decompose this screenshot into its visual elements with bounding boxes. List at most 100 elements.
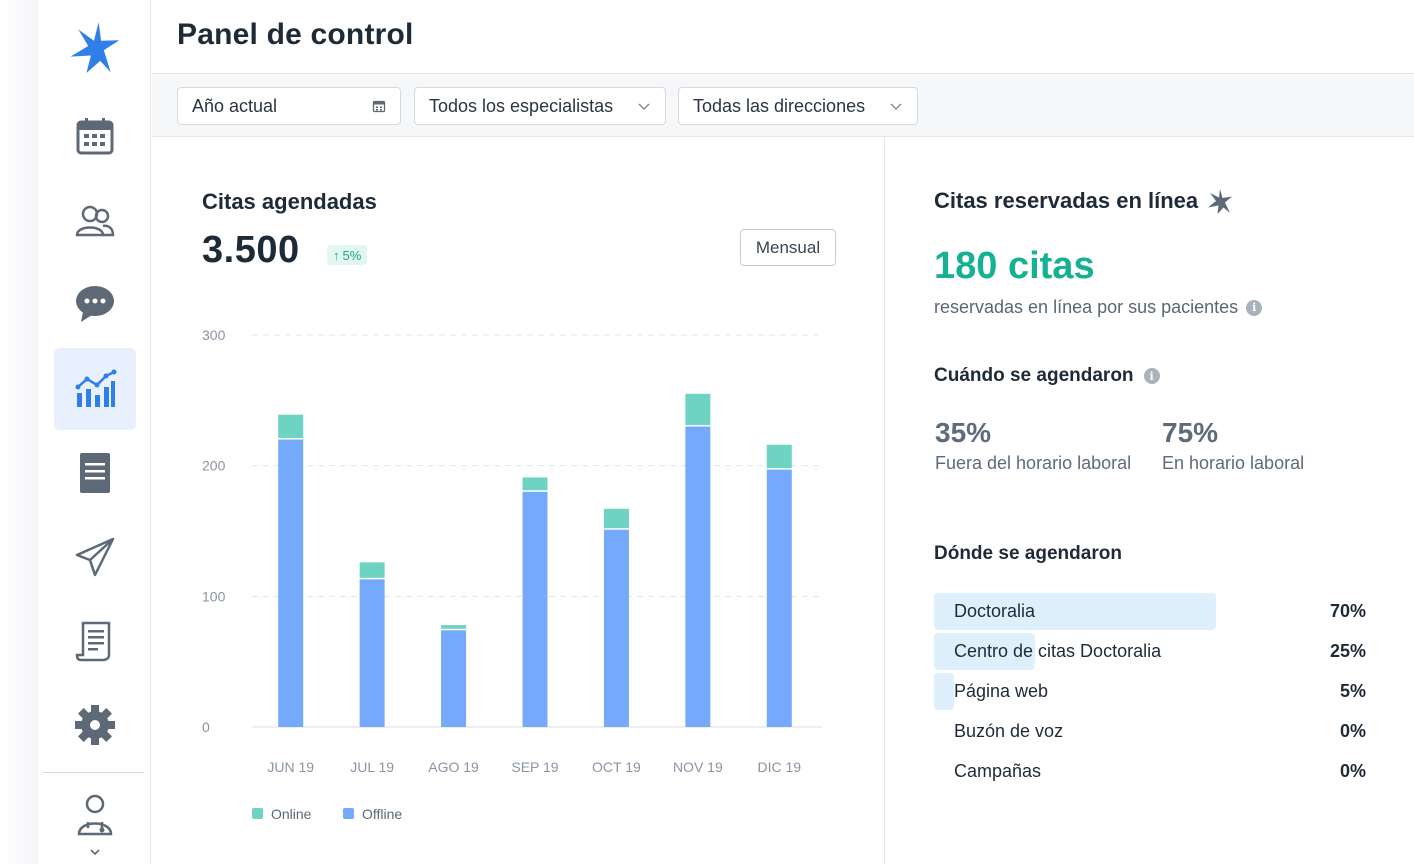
doctor-avatar-icon	[77, 794, 113, 836]
when-title: Cuándo se agendaron i	[934, 365, 1160, 387]
where-title-text: Dónde se agendaron	[934, 543, 1122, 564]
y-tick-label: 200	[202, 458, 226, 474]
bar-online	[522, 477, 548, 491]
address-filter[interactable]: Todas las direcciones	[678, 87, 918, 125]
source-label: Buzón de voz	[954, 721, 1064, 741]
profile-menu[interactable]	[54, 782, 136, 846]
bar-offline	[685, 426, 711, 727]
source-row: Doctoralia 70%	[934, 593, 1366, 631]
growth-badge: ↑ 5%	[327, 245, 368, 265]
stat-working-hours: 75% En horario laboral	[1162, 417, 1304, 474]
appointments-card: Citas agendadas 3.500 ↑ 5% Mensual 0 100 2…	[152, 137, 885, 864]
source-label: Página web	[954, 681, 1049, 701]
online-title: Citas reservadas en línea	[934, 187, 1234, 215]
appointments-title: Citas agendadas	[202, 189, 377, 214]
where-title: Dónde se agendaron	[934, 543, 1122, 565]
chevron-down-icon[interactable]	[88, 846, 102, 858]
sidebar-item-invoices[interactable]	[54, 600, 136, 682]
online-count: 180 citas	[934, 245, 1095, 287]
legend-swatch	[252, 808, 263, 819]
online-subtitle-text: reservadas en línea por sus pacientes	[934, 297, 1239, 317]
info-icon[interactable]: i	[1143, 368, 1160, 384]
x-tick-label: JUL 19	[350, 759, 394, 775]
filter-bar: Año actual Todos los especialistas Todas…	[152, 74, 1414, 137]
source-bar	[934, 673, 955, 710]
sidebar-shadow	[0, 0, 38, 864]
bar-offline	[522, 491, 548, 727]
stat-pct: 75%	[1162, 417, 1219, 448]
sidebar-item-patients[interactable]	[54, 180, 136, 262]
appointments-bar-chart: 0 100 200 300 JUN 19 JUL 19 AGO 19 SEP 19 OCT 19…	[202, 327, 822, 822]
year-filter[interactable]: Año actual	[177, 87, 401, 125]
info-icon[interactable]: i	[1246, 299, 1263, 316]
x-tick-label: JUN 19	[267, 759, 314, 775]
doctoralia-logo-icon[interactable]	[68, 20, 122, 76]
stat-label: En horario laboral	[1162, 453, 1305, 473]
bar-offline	[441, 630, 467, 727]
document-icon	[80, 453, 110, 493]
chevron-down-icon	[638, 103, 650, 110]
stat-outside-hours: 35% Fuera del horario laboral	[935, 417, 1131, 474]
bar-online	[603, 508, 629, 529]
legend-swatch	[343, 808, 354, 819]
bar-online	[685, 393, 711, 425]
sidebar-divider	[43, 772, 144, 773]
sidebar-item-campaigns[interactable]	[54, 516, 136, 598]
bar-offline	[766, 469, 792, 727]
page-header: Panel de control	[152, 0, 1414, 74]
sidebar-item-statistics[interactable]	[54, 348, 136, 430]
appointments-total: 3.500	[202, 229, 300, 271]
page-title: Panel de control	[177, 18, 414, 51]
growth-value: 5%	[342, 247, 362, 263]
x-tick-label: AGO 19	[428, 759, 479, 775]
gear-icon	[75, 705, 115, 745]
users-icon	[75, 205, 115, 237]
bar-online	[766, 444, 792, 469]
bar-offline	[359, 579, 385, 727]
when-title-text: Cuándo se agendaron	[934, 365, 1134, 386]
source-row: Campañas 0%	[934, 753, 1366, 791]
sidebar-item-settings[interactable]	[54, 684, 136, 766]
doctoralia-logo-icon	[1208, 189, 1233, 214]
source-label: Centro de citas Doctoralia	[954, 641, 1162, 661]
chevron-down-icon	[890, 103, 902, 110]
stat-pct: 35%	[935, 417, 992, 448]
calendar-icon	[372, 100, 386, 113]
y-tick-label: 300	[202, 327, 226, 343]
paper-plane-icon	[75, 537, 115, 577]
arrow-up-icon: ↑	[333, 247, 340, 263]
source-row: Página web 5%	[934, 673, 1366, 711]
specialist-filter-label: Todos los especialistas	[429, 95, 614, 116]
source-row: Buzón de voz 0%	[934, 713, 1366, 751]
legend-label: Online	[271, 806, 312, 822]
source-pct: 5%	[1339, 681, 1366, 701]
online-subtitle: reservadas en línea por sus pacientes i	[934, 297, 1263, 318]
specialist-filter[interactable]: Todos los especialistas	[414, 87, 666, 125]
sidebar-item-messages[interactable]	[54, 262, 136, 344]
legend-label: Offline	[362, 806, 402, 822]
sidebar-item-documents[interactable]	[54, 432, 136, 514]
online-title-text: Citas reservadas en línea	[934, 188, 1199, 213]
source-pct: 0%	[1339, 721, 1366, 741]
bar-offline	[603, 529, 629, 727]
x-tick-label: OCT 19	[592, 759, 641, 775]
source-pct: 70%	[1329, 601, 1366, 621]
x-tick-label: DIC 19	[757, 759, 801, 775]
y-tick-label: 0	[202, 719, 210, 735]
stat-label: Fuera del horario laboral	[935, 453, 1132, 473]
online-bookings-card: Citas reservadas en línea 180 citas rese…	[885, 137, 1414, 864]
chat-icon	[76, 286, 114, 322]
source-row: Centro de citas Doctoralia 25%	[934, 633, 1366, 671]
bar-online	[278, 414, 304, 439]
source-label: Doctoralia	[954, 601, 1036, 621]
x-tick-label: NOV 19	[673, 759, 723, 775]
bar-online	[441, 625, 467, 629]
bar-online	[359, 562, 385, 578]
source-pct: 0%	[1339, 761, 1366, 781]
sidebar-item-calendar[interactable]	[54, 95, 136, 177]
receipt-icon	[75, 621, 111, 662]
source-label: Campañas	[954, 761, 1042, 781]
bar-offline	[278, 439, 304, 727]
period-button[interactable]: Mensual	[740, 229, 836, 266]
x-tick-label: SEP 19	[511, 759, 558, 775]
